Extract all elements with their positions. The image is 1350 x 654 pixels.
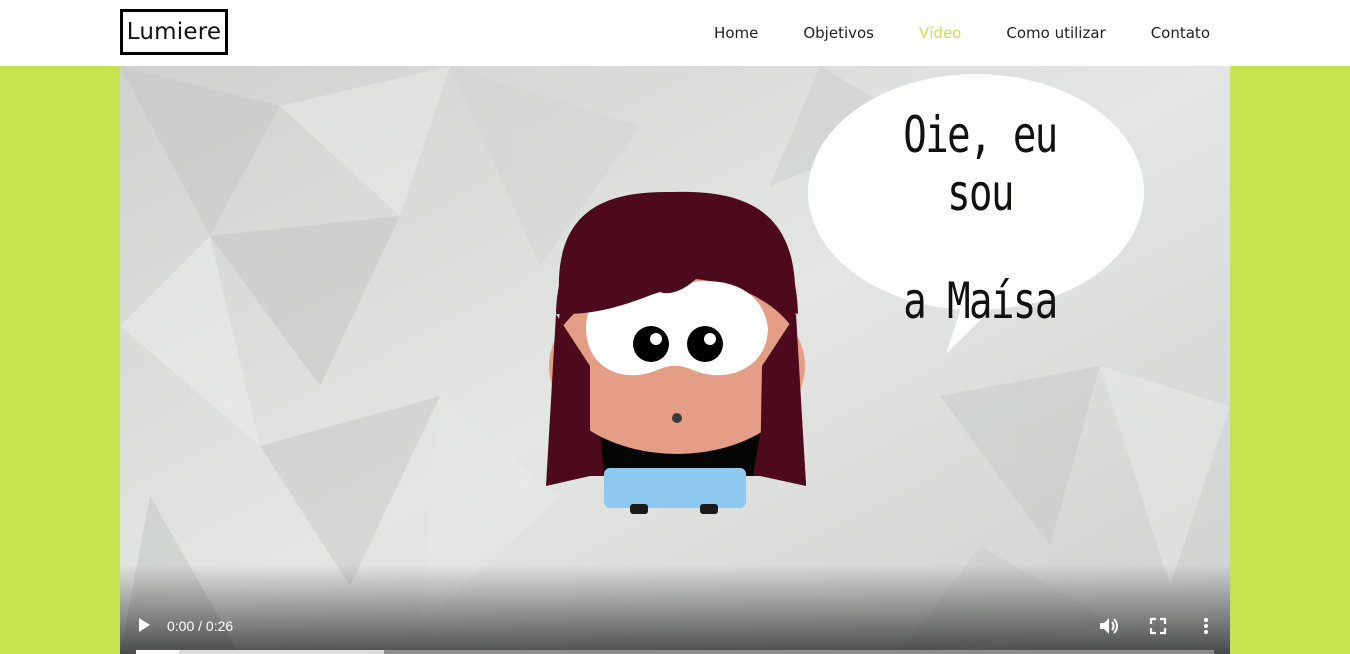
nav-item-como-utilizar[interactable]: Como utilizar <box>1006 24 1105 42</box>
nav-item-video[interactable]: Vídeo <box>919 24 961 42</box>
speech-line-1: Oie, eu sou <box>903 106 1058 222</box>
play-button[interactable] <box>134 615 154 635</box>
nav-item-home[interactable]: Home <box>714 24 758 42</box>
fullscreen-button[interactable] <box>1148 616 1168 636</box>
progress-bar[interactable] <box>136 650 1214 654</box>
main-nav: Home Objetivos Vídeo Como utilizar Conta… <box>669 0 1210 66</box>
play-icon <box>139 618 150 632</box>
nav-item-contato[interactable]: Contato <box>1151 24 1210 42</box>
volume-button[interactable] <box>1098 615 1120 637</box>
speech-bubble-text: Oie, eu sou a Maísa <box>879 106 1082 330</box>
progress-played <box>136 650 180 654</box>
controls-gradient <box>120 564 1230 654</box>
more-options-button[interactable] <box>1198 616 1214 636</box>
video-player[interactable]: Oie, eu sou a Maísa 0:00 / 0:26 <box>120 66 1230 654</box>
speech-line-2: a Maísa <box>903 272 1058 330</box>
character-maisa <box>546 191 806 514</box>
site-logo[interactable]: Lumiere <box>120 9 228 55</box>
time-display: 0:00 / 0:26 <box>167 618 234 634</box>
more-options-icon <box>1204 618 1208 634</box>
fullscreen-icon <box>1149 617 1167 635</box>
nav-item-objetivos[interactable]: Objetivos <box>803 24 874 42</box>
site-header: Lumiere Home Objetivos Vídeo Como utiliz… <box>0 0 1350 66</box>
volume-icon <box>1100 618 1118 634</box>
